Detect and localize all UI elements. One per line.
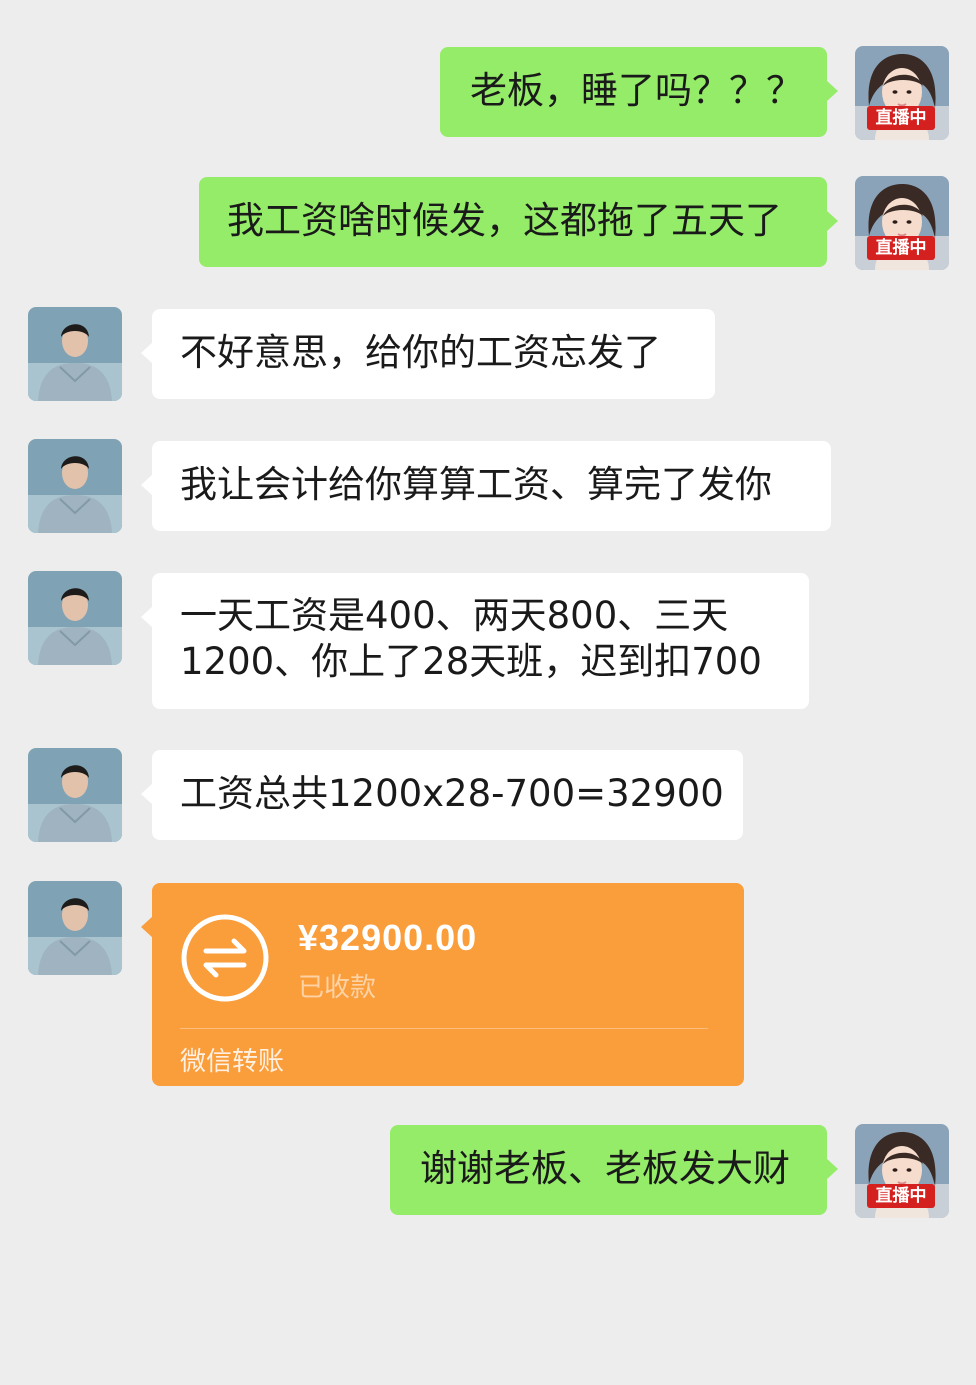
transfer-arrows-icon (180, 913, 270, 1003)
message-text: 老板，睡了吗？？？ (470, 69, 803, 112)
message-text: 工资总共1200x28-700=32900 (180, 772, 724, 815)
message-text-line: 1200、你上了28天班，迟到扣700 (180, 640, 762, 683)
boss-avatar[interactable] (28, 307, 122, 401)
message-text-line: 一天工资是400、两天800、三天 (180, 594, 729, 637)
message-text: 不好意思，给你的工资忘发了 (180, 331, 661, 374)
transfer-card[interactable]: ¥32900.00 已收款 微信转账 (141, 883, 744, 1086)
boss-message-bubble[interactable]: 不好意思，给你的工资忘发了 (141, 309, 715, 399)
message-text: 我让会计给你算算工资、算完了发你 (180, 463, 772, 506)
self-avatar[interactable]: 直播中 (855, 46, 949, 140)
boss-avatar[interactable] (28, 881, 122, 975)
self-avatar[interactable]: 直播中 (855, 176, 949, 270)
live-badge: 直播中 (867, 236, 935, 260)
transfer-amount: ¥32900.00 (298, 917, 478, 958)
boss-avatar[interactable] (28, 439, 122, 533)
message-text: 我工资啥时候发，这都拖了五天了 (227, 199, 782, 242)
live-badge: 直播中 (867, 106, 935, 130)
transfer-label: 微信转账 (180, 1047, 285, 1077)
self-message-bubble[interactable]: 老板，睡了吗？？？ (440, 47, 838, 137)
live-badge: 直播中 (867, 1184, 935, 1208)
boss-avatar[interactable] (28, 748, 122, 842)
message-text: 谢谢老板、老板发大财 (420, 1147, 790, 1190)
chat-window: 老板，睡了吗？？？ 直播中 我工资啥时候发，这都拖了五天了 直播中 不好意思，给… (0, 0, 976, 1385)
self-message-bubble[interactable]: 谢谢老板、老板发大财 (390, 1125, 838, 1215)
divider (180, 1028, 708, 1029)
boss-message-bubble[interactable]: 工资总共1200x28-700=32900 (141, 750, 743, 840)
self-message-bubble[interactable]: 我工资啥时候发，这都拖了五天了 (199, 177, 838, 267)
boss-message-bubble[interactable]: 一天工资是400、两天800、三天 1200、你上了28天班，迟到扣700 (141, 573, 809, 709)
boss-avatar[interactable] (28, 571, 122, 665)
transfer-status: 已收款 (298, 973, 377, 1003)
boss-message-bubble[interactable]: 我让会计给你算算工资、算完了发你 (141, 441, 831, 531)
self-avatar[interactable]: 直播中 (855, 1124, 949, 1218)
